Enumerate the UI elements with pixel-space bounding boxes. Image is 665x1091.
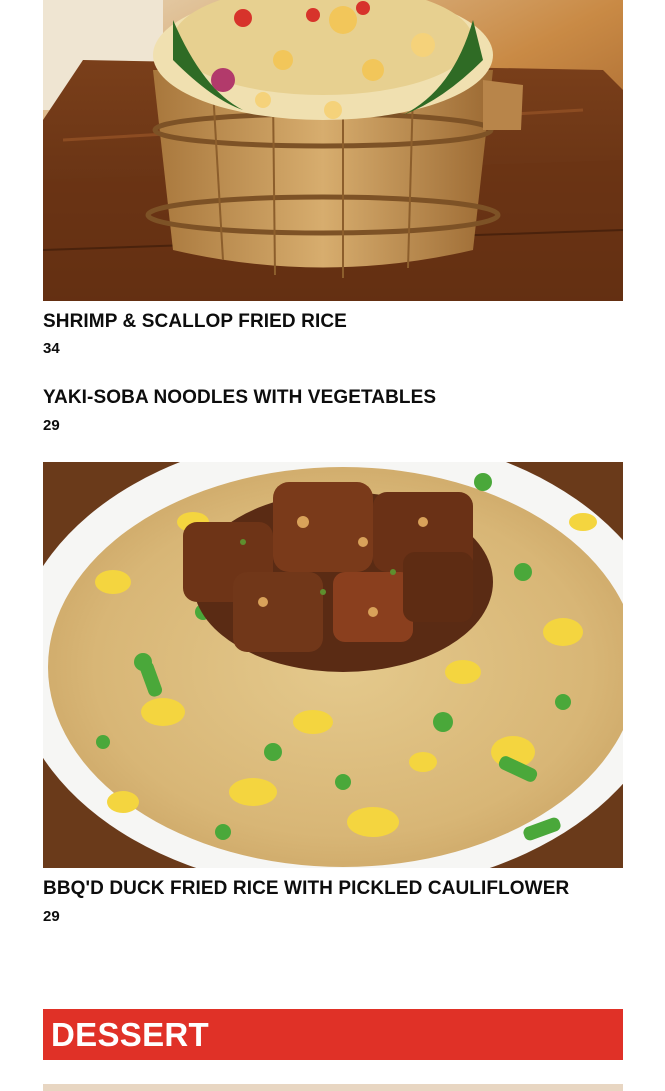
dessert-photo — [43, 1084, 623, 1091]
item-price: 34 — [43, 340, 60, 357]
item-price: 29 — [43, 908, 60, 925]
bbq-duck-fried-rice-photo — [43, 462, 623, 868]
item-name: SHRIMP & SCALLOP FRIED RICE — [43, 311, 347, 332]
section-title: DESSERT — [51, 1016, 209, 1053]
item-name: YAKI-SOBA NOODLES WITH VEGETABLES — [43, 387, 437, 408]
section-header-dessert: DESSERT — [43, 1009, 623, 1060]
shrimp-scallop-fried-rice-photo — [43, 0, 623, 301]
item-name: BBQ'D DUCK FRIED RICE WITH PICKLED CAULI… — [43, 878, 570, 899]
item-price: 29 — [43, 417, 60, 434]
